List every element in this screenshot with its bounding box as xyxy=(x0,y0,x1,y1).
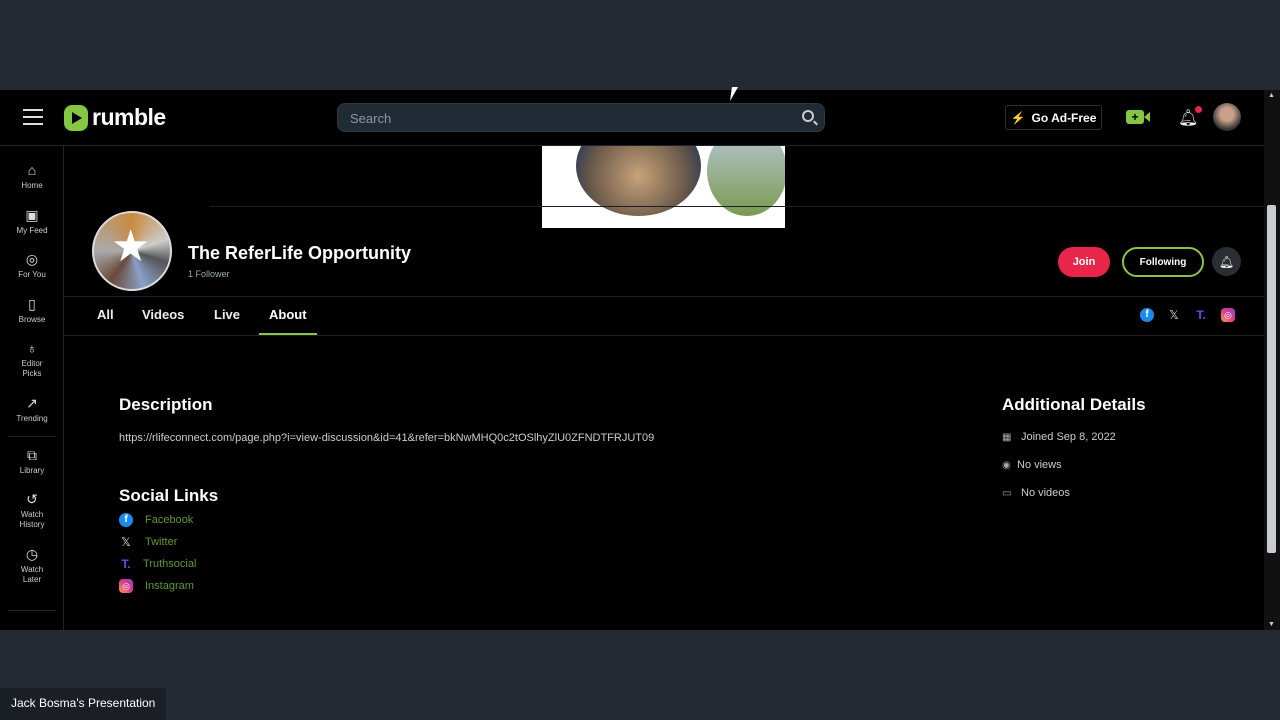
scroll-down-arrow-icon[interactable]: ▼ xyxy=(1268,621,1275,628)
menu-icon[interactable] xyxy=(23,109,43,125)
channel-avatar xyxy=(92,211,172,291)
social-links-heading: Social Links xyxy=(119,486,219,505)
trending-icon: ↗ xyxy=(26,395,38,411)
sidebar-label: For You xyxy=(18,270,46,279)
go-ad-free-button[interactable]: ⚡ Go Ad-Free xyxy=(1005,105,1102,130)
instagram-icon: ◎ xyxy=(119,579,133,593)
upload-video-icon[interactable]: + xyxy=(1126,110,1150,124)
link-label: Facebook xyxy=(145,514,194,526)
instagram-icon[interactable]: ◎ xyxy=(1221,308,1235,322)
video-count: ▭ No videos xyxy=(1002,487,1070,499)
award-icon: ♁ xyxy=(26,340,38,356)
calendar-icon: ▦ xyxy=(1002,431,1012,443)
top-bar: rumble Search ⚡ Go Ad-Free + 🔔︎ xyxy=(0,90,1264,146)
divider xyxy=(210,206,1264,207)
target-icon: ◎ xyxy=(25,251,39,267)
presenter-label: Jack Bosma's Presentation xyxy=(0,688,167,720)
sidebar-item-watch-later[interactable]: ◷ Watch Later xyxy=(0,546,64,585)
home-icon: ⌂ xyxy=(27,162,37,178)
channel-banner-image xyxy=(542,146,785,228)
tab-live[interactable]: Live xyxy=(214,307,240,322)
notifications-bell-icon[interactable]: 🔔︎ xyxy=(1178,106,1203,128)
detail-text: Joined Sep 8, 2022 xyxy=(1021,431,1116,443)
description-heading: Description xyxy=(119,395,213,414)
sidebar-label: Watch Later xyxy=(20,565,44,584)
notification-dot xyxy=(1195,106,1203,113)
sidebar-label: Home xyxy=(21,181,43,190)
sidebar-label: Editor Picks xyxy=(21,359,43,378)
search-placeholder: Search xyxy=(350,111,392,126)
description-text: https://rlifeconnect.com/page.php?i=view… xyxy=(119,432,655,444)
history-icon: ↺ xyxy=(26,491,38,507)
facebook-icon[interactable]: f xyxy=(1140,308,1154,322)
brand-name: rumble xyxy=(92,104,166,130)
social-link-twitter[interactable]: 𝕏 Twitter xyxy=(119,535,177,549)
joined-date: ▦ Joined Sep 8, 2022 xyxy=(1002,431,1116,443)
link-label: Twitter xyxy=(145,536,178,548)
detail-text: No videos xyxy=(1021,487,1070,499)
tab-about[interactable]: About xyxy=(269,307,307,322)
scroll-up-arrow-icon[interactable]: ▲ xyxy=(1268,92,1275,99)
link-label: Truthsocial xyxy=(143,558,197,570)
additional-details-heading: Additional Details xyxy=(1002,395,1146,414)
x-twitter-icon: 𝕏 xyxy=(121,535,131,549)
tab-all[interactable]: All xyxy=(97,307,114,322)
sidebar: ⌂ Home ▣ My Feed ◎ For You ▯ Browse ♁ Editor … xyxy=(0,146,64,630)
search-icon[interactable] xyxy=(802,110,814,122)
follower-count: 1 Follower xyxy=(188,269,230,279)
sidebar-label: Watch History xyxy=(19,510,45,529)
view-count: ◉ No views xyxy=(1002,459,1062,471)
video-icon: ▭ xyxy=(1002,487,1012,499)
library-icon: ⧉ xyxy=(27,447,37,463)
channel-name: The ReferLife Opportunity xyxy=(188,243,412,263)
sidebar-item-for-you[interactable]: ◎ For You xyxy=(0,251,64,280)
rumble-play-icon xyxy=(64,104,88,131)
bolt-icon: ⚡ xyxy=(1010,110,1026,125)
clock-icon: ◷ xyxy=(25,546,39,562)
join-button[interactable]: Join xyxy=(1058,247,1110,277)
sidebar-item-library[interactable]: ⧉ Library xyxy=(0,447,64,476)
search-input[interactable]: Search xyxy=(337,103,825,132)
go-ad-free-label: Go Ad-Free xyxy=(1031,110,1097,125)
sidebar-label: Browse xyxy=(18,315,46,324)
scrollbar[interactable]: ▲ ▼ xyxy=(1264,90,1280,630)
rumble-window: rumble Search ⚡ Go Ad-Free + 🔔︎ ⌂ Home ▣ My… xyxy=(0,90,1280,630)
channel-notification-bell-icon[interactable]: 🔔︎ xyxy=(1212,247,1241,276)
sidebar-item-trending[interactable]: ↗ Trending xyxy=(0,395,64,424)
social-link-truthsocial[interactable]: T. Truthsocial xyxy=(119,557,196,571)
facebook-icon: f xyxy=(119,513,133,527)
x-twitter-icon[interactable]: 𝕏 xyxy=(1167,308,1181,322)
truthsocial-icon[interactable]: T. xyxy=(1194,308,1208,322)
user-avatar[interactable] xyxy=(1213,103,1241,131)
social-link-instagram[interactable]: ◎ Instagram xyxy=(119,579,194,593)
link-label: Instagram xyxy=(145,580,194,592)
eye-icon: ◉ xyxy=(1002,459,1011,471)
scrollbar-thumb[interactable] xyxy=(1267,205,1276,553)
social-link-facebook[interactable]: f Facebook xyxy=(119,513,193,527)
following-button[interactable]: Following xyxy=(1122,247,1204,277)
sidebar-item-watch-history[interactable]: ↺ Watch History xyxy=(0,491,64,530)
sidebar-item-my-feed[interactable]: ▣ My Feed xyxy=(0,207,64,236)
sidebar-divider xyxy=(8,436,56,437)
sidebar-item-editor-picks[interactable]: ♁ Editor Picks xyxy=(0,340,64,379)
sidebar-label: Trending xyxy=(16,414,48,423)
truthsocial-icon: T. xyxy=(121,557,131,571)
sidebar-label: My Feed xyxy=(16,226,48,235)
divider xyxy=(64,296,1264,297)
sidebar-label: Library xyxy=(19,466,45,475)
detail-text: No views xyxy=(1017,459,1062,471)
sidebar-item-browse[interactable]: ▯ Browse xyxy=(0,296,64,325)
tab-videos[interactable]: Videos xyxy=(142,307,184,322)
divider xyxy=(64,335,1264,336)
rumble-logo[interactable]: rumble xyxy=(64,104,166,131)
feed-icon: ▣ xyxy=(25,207,39,223)
sidebar-item-home[interactable]: ⌂ Home xyxy=(0,162,64,191)
sidebar-divider xyxy=(8,610,56,611)
browse-icon: ▯ xyxy=(28,296,36,312)
